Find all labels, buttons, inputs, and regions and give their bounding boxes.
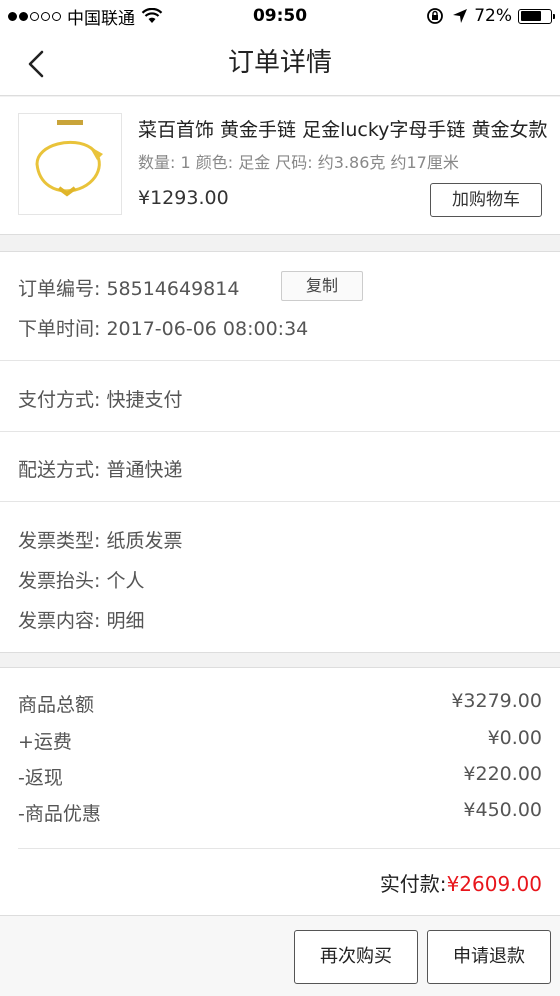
invoice-content-row: 发票内容: 明细 (18, 606, 144, 633)
amount-value: ¥450.00 (463, 799, 542, 821)
signal-strength-icon (8, 11, 61, 21)
order-number-label: 订单编号: (18, 278, 101, 300)
delivery-row: 配送方式: 普通快递 (18, 455, 182, 482)
product-thumbnail[interactable] (18, 113, 122, 215)
amount-label: -返现 (18, 767, 63, 789)
amount-value: ¥220.00 (463, 763, 542, 785)
delivery-method: 普通快递 (106, 459, 183, 481)
amount-label: 商品总额 (18, 694, 95, 716)
invoice-title-row: 发票抬头: 个人 (18, 566, 144, 593)
order-number: 58514649814 (106, 278, 240, 300)
order-number-row: 订单编号: 58514649814 (18, 274, 239, 301)
invoice-content: 明细 (106, 610, 145, 632)
order-time: 2017-06-06 08:00:34 (106, 318, 309, 340)
status-right: 72% (426, 0, 555, 32)
status-bar: 中国联通 09:50 72% (0, 0, 560, 32)
request-refund-button[interactable]: 申请退款 (427, 930, 551, 984)
total-label: 实付款: (379, 872, 447, 896)
order-info: 订单编号: 58514649814 复制 下单时间: 2017-06-06 08… (0, 251, 560, 653)
nav-bar: 订单详情 (0, 32, 560, 96)
divider (0, 360, 560, 361)
wifi-icon (141, 8, 163, 23)
product-price: ¥1293.00 (138, 187, 229, 209)
status-left: 中国联通 (8, 0, 163, 32)
divider (0, 501, 560, 502)
page-title: 订单详情 (227, 48, 332, 78)
amount-row: +运费 ¥0.00 (18, 727, 542, 755)
carrier-name: 中国联通 (67, 8, 135, 29)
total-value: ¥2609.00 (446, 872, 542, 896)
copy-button[interactable]: 复制 (281, 271, 363, 301)
payment-label: 支付方式: (18, 389, 101, 411)
invoice-type: 纸质发票 (106, 530, 183, 552)
divider (0, 431, 560, 432)
order-time-label: 下单时间: (18, 318, 101, 340)
amount-row: 商品总额 ¥3279.00 (18, 690, 542, 718)
order-time-row: 下单时间: 2017-06-06 08:00:34 (18, 314, 308, 341)
product-card[interactable]: 菜百首饰 黄金手链 足金lucky字母手链 黄金女款 数量: 1 颜色: 足金 … (0, 97, 560, 235)
invoice-content-label: 发票内容: (18, 610, 101, 632)
payment-row: 支付方式: 快捷支付 (18, 385, 182, 412)
amount-row: -返现 ¥220.00 (18, 763, 542, 791)
invoice-title: 个人 (106, 570, 145, 592)
divider (18, 848, 560, 849)
invoice-type-label: 发票类型: (18, 530, 101, 552)
amount-label: -商品优惠 (18, 803, 101, 825)
battery-level (520, 11, 542, 21)
add-to-cart-button[interactable]: 加购物车 (430, 183, 542, 217)
invoice-type-row: 发票类型: 纸质发票 (18, 526, 182, 553)
amount-summary: 商品总额 ¥3279.00 +运费 ¥0.00 -返现 ¥220.00 -商品优… (0, 667, 560, 915)
bracelet-image (35, 120, 103, 197)
amount-label: +运费 (18, 731, 72, 753)
payment-method: 快捷支付 (106, 389, 183, 411)
total-paid: 实付款:¥2609.00 (380, 868, 542, 897)
chevron-left-icon[interactable] (20, 48, 52, 80)
rotation-lock-icon (427, 8, 444, 24)
buy-again-button[interactable]: 再次购买 (294, 930, 418, 984)
location-arrow-icon (453, 9, 468, 23)
delivery-label: 配送方式: (18, 459, 101, 481)
product-name[interactable]: 菜百首饰 黄金手链 足金lucky字母手链 黄金女款 (138, 115, 550, 142)
amount-row: -商品优惠 ¥450.00 (18, 799, 542, 827)
product-spec: 数量: 1 颜色: 足金 尺码: 约3.86克 约17厘米 (138, 153, 459, 172)
battery-icon (518, 8, 555, 24)
invoice-title-label: 发票抬头: (18, 570, 101, 592)
amount-value: ¥0.00 (487, 727, 542, 749)
battery-percent: 72% (474, 6, 512, 26)
bottom-action-bar: 再次购买 申请退款 (0, 915, 560, 996)
amount-value: ¥3279.00 (451, 690, 542, 712)
